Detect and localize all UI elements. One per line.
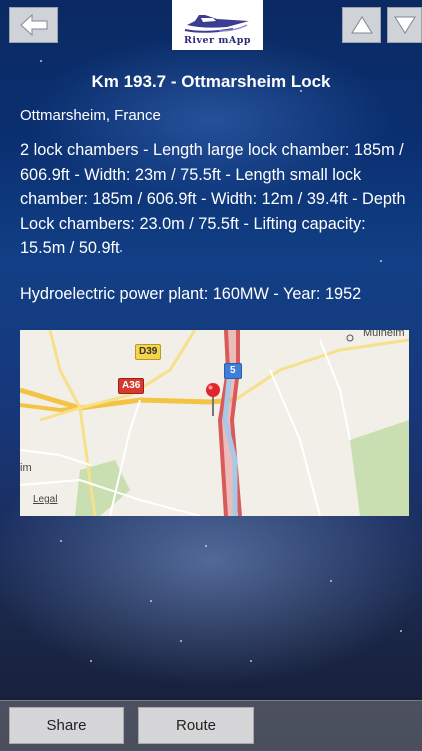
map-view[interactable]: D39 A36 5 Mulheim im Legal [20,330,409,516]
description-text: 2 lock chambers - Length large lock cham… [20,141,406,257]
triangle-down-icon [393,16,416,34]
next-button[interactable] [387,7,422,43]
triangle-up-icon [350,16,373,34]
river-mapp-logo: River mApp [172,0,263,50]
logo-text: River mApp [183,35,252,46]
road-d39-label: D39 [135,344,162,360]
route-button[interactable]: Route [138,707,254,744]
share-button[interactable]: Share [9,707,124,744]
place-label-im: im [20,462,32,474]
legal-link[interactable]: Legal [33,494,57,505]
page-title: Km 193.7 - Ottmarsheim Lock [91,72,331,91]
map-roads [20,330,409,516]
power-plant-text: Hydroelectric power plant: 160MW - Year:… [20,285,362,303]
location-text: Ottmarsheim, France [20,107,161,124]
road-5-label: 5 [224,363,242,379]
previous-button[interactable] [342,7,381,43]
place-label-mulheim: Mulheim [363,330,405,339]
boat-icon [184,15,249,33]
road-a36-label: A36 [118,378,145,394]
back-button[interactable] [9,7,58,43]
map-pin-icon[interactable] [205,382,221,418]
arrow-left-icon [19,14,47,36]
bottom-toolbar: Share Route [0,700,422,751]
